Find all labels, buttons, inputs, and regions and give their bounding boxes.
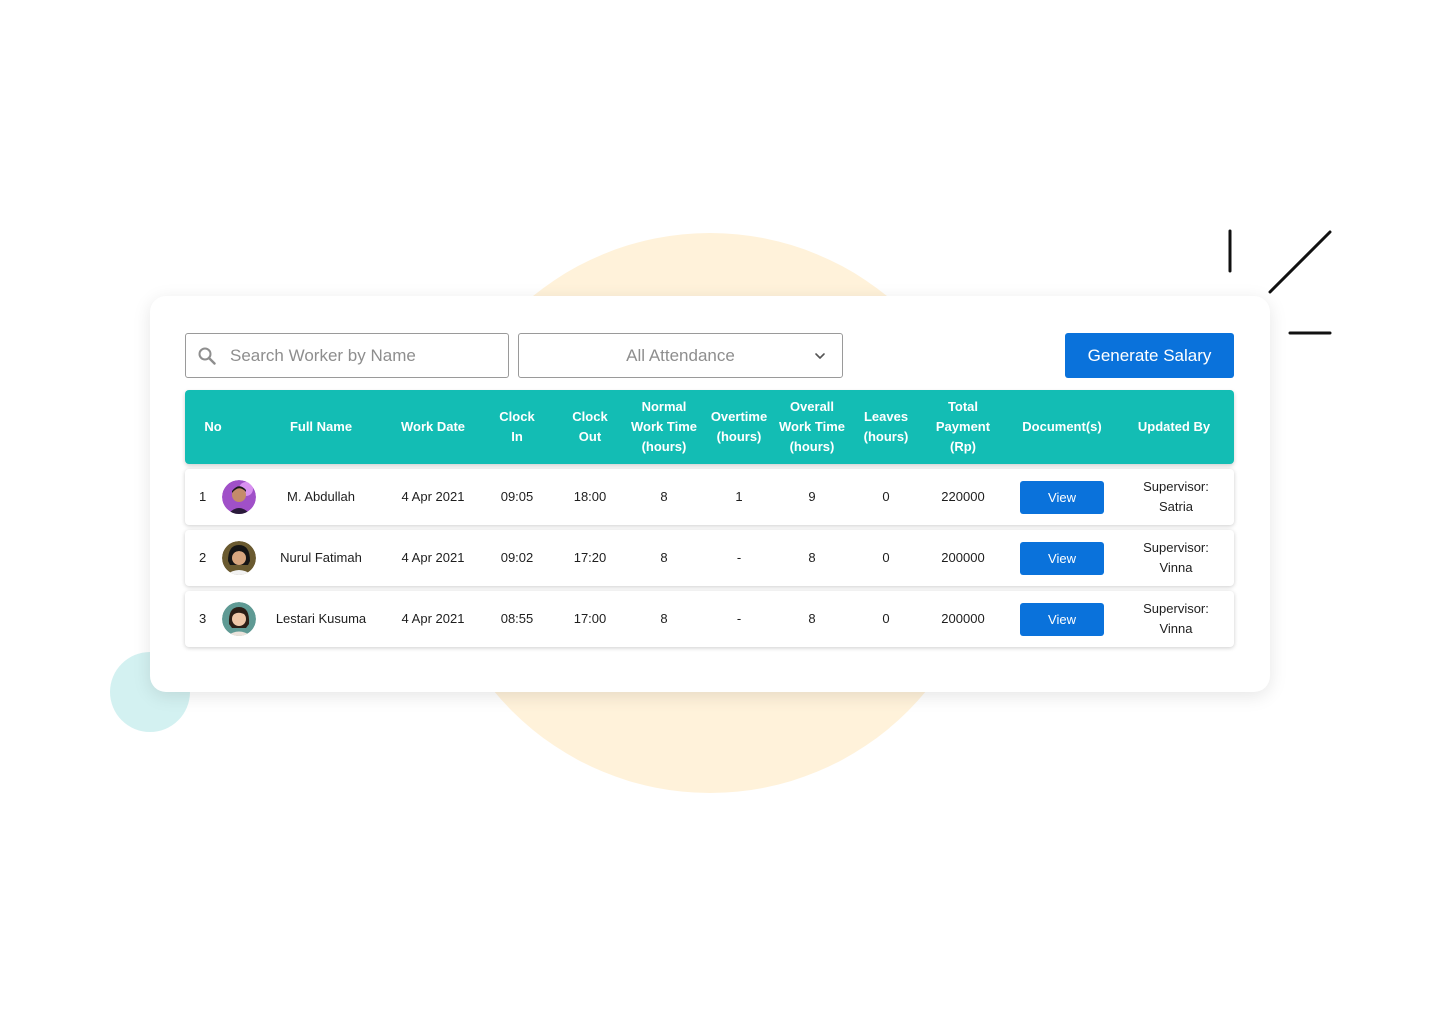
column-header-normal-work-time: Normal Work Time (hours) <box>631 399 697 454</box>
clock-out: 17:00 <box>573 611 607 626</box>
clock-out: 17:20 <box>573 550 607 565</box>
column-header-documents: Document(s) <box>1022 419 1102 434</box>
column-header-overtime: Overtime (hours) <box>710 409 768 444</box>
full-name: M. Abdullah <box>287 489 355 504</box>
column-header-work-date: Work Date <box>400 419 466 434</box>
avatar <box>222 541 256 575</box>
attendance-card: All Attendance Generate Salary No Full N… <box>150 296 1270 692</box>
leaves: 0 <box>882 489 890 504</box>
column-header-leaves: Leaves (hours) <box>863 409 909 444</box>
document-cell: View <box>1003 530 1121 586</box>
table-row: 1 M. Abdullah 4 Apr 2021 09:05 18:00 8 1… <box>185 469 1234 525</box>
work-date: 4 Apr 2021 <box>401 550 465 565</box>
work-date: 4 Apr 2021 <box>401 611 465 626</box>
full-name: Nurul Fatimah <box>280 550 362 565</box>
generate-salary-button[interactable]: Generate Salary <box>1065 333 1234 378</box>
avatar <box>222 480 256 514</box>
column-header-clock-out: Clock Out <box>572 409 608 444</box>
updated-by-name: Vinna <box>1159 621 1193 636</box>
overtime: - <box>736 611 742 626</box>
row-number: 2 <box>199 550 207 565</box>
document-cell: View <box>1003 469 1121 525</box>
column-header-updated-by: Updated By <box>1137 419 1211 434</box>
normal-work-time: 8 <box>660 550 668 565</box>
overtime: - <box>736 550 742 565</box>
full-name: Lestari Kusuma <box>275 611 367 626</box>
clock-out: 18:00 <box>573 489 607 504</box>
clock-in: 08:55 <box>500 611 534 626</box>
updated-by: Supervisor: Vinna <box>1121 530 1231 586</box>
clock-in: 09:05 <box>500 489 534 504</box>
view-document-button[interactable]: View <box>1020 480 1104 514</box>
updated-by-role: Supervisor: <box>1143 601 1209 616</box>
normal-work-time: 8 <box>660 611 668 626</box>
document-cell: View <box>1003 591 1121 647</box>
table-row: 2 Nurul Fatimah 4 Apr 2021 09:02 17:20 8… <box>185 530 1234 586</box>
clock-in: 09:02 <box>500 550 534 565</box>
updated-by: Supervisor: Satria <box>1121 469 1231 525</box>
row-number: 3 <box>199 611 207 626</box>
overall-work-time: 9 <box>808 489 816 504</box>
column-header-clock-in: Clock In <box>499 409 535 444</box>
chevron-down-icon <box>815 353 825 359</box>
table-header: No Full Name Work Date Clock In Clock Ou… <box>185 390 1234 464</box>
attendance-filter-value: All Attendance <box>626 345 735 365</box>
total-payment: 200000 <box>941 550 985 565</box>
updated-by-role: Supervisor: <box>1143 479 1209 494</box>
normal-work-time: 8 <box>660 489 668 504</box>
search-input[interactable] <box>228 344 492 367</box>
column-header-full-name: Full Name <box>289 419 353 434</box>
updated-by: Supervisor: Vinna <box>1121 591 1231 647</box>
overall-work-time: 8 <box>808 550 816 565</box>
updated-by-role: Supervisor: <box>1143 540 1209 555</box>
column-header-overall-work-time: Overall Work Time (hours) <box>779 399 845 454</box>
table-row: 3 Lestari Kusuma 4 Apr 2021 08:55 17:00 … <box>185 591 1234 647</box>
view-document-button[interactable]: View <box>1020 541 1104 575</box>
view-document-button[interactable]: View <box>1020 602 1104 636</box>
updated-by-name: Satria <box>1159 499 1193 514</box>
search-box[interactable] <box>185 333 509 378</box>
avatar <box>222 602 256 636</box>
search-icon <box>198 347 216 365</box>
work-date: 4 Apr 2021 <box>401 489 465 504</box>
leaves: 0 <box>882 611 890 626</box>
overtime: 1 <box>735 489 743 504</box>
overall-work-time: 8 <box>808 611 816 626</box>
leaves: 0 <box>882 550 890 565</box>
column-header-total-payment: Total Payment (Rp) <box>935 399 991 454</box>
updated-by-name: Vinna <box>1159 560 1193 575</box>
page: All Attendance Generate Salary No Full N… <box>0 0 1440 1024</box>
column-header-no: No <box>204 419 222 434</box>
row-number: 1 <box>199 489 207 504</box>
total-payment: 220000 <box>941 489 985 504</box>
attendance-filter-select[interactable]: All Attendance <box>518 333 843 378</box>
total-payment: 200000 <box>941 611 985 626</box>
